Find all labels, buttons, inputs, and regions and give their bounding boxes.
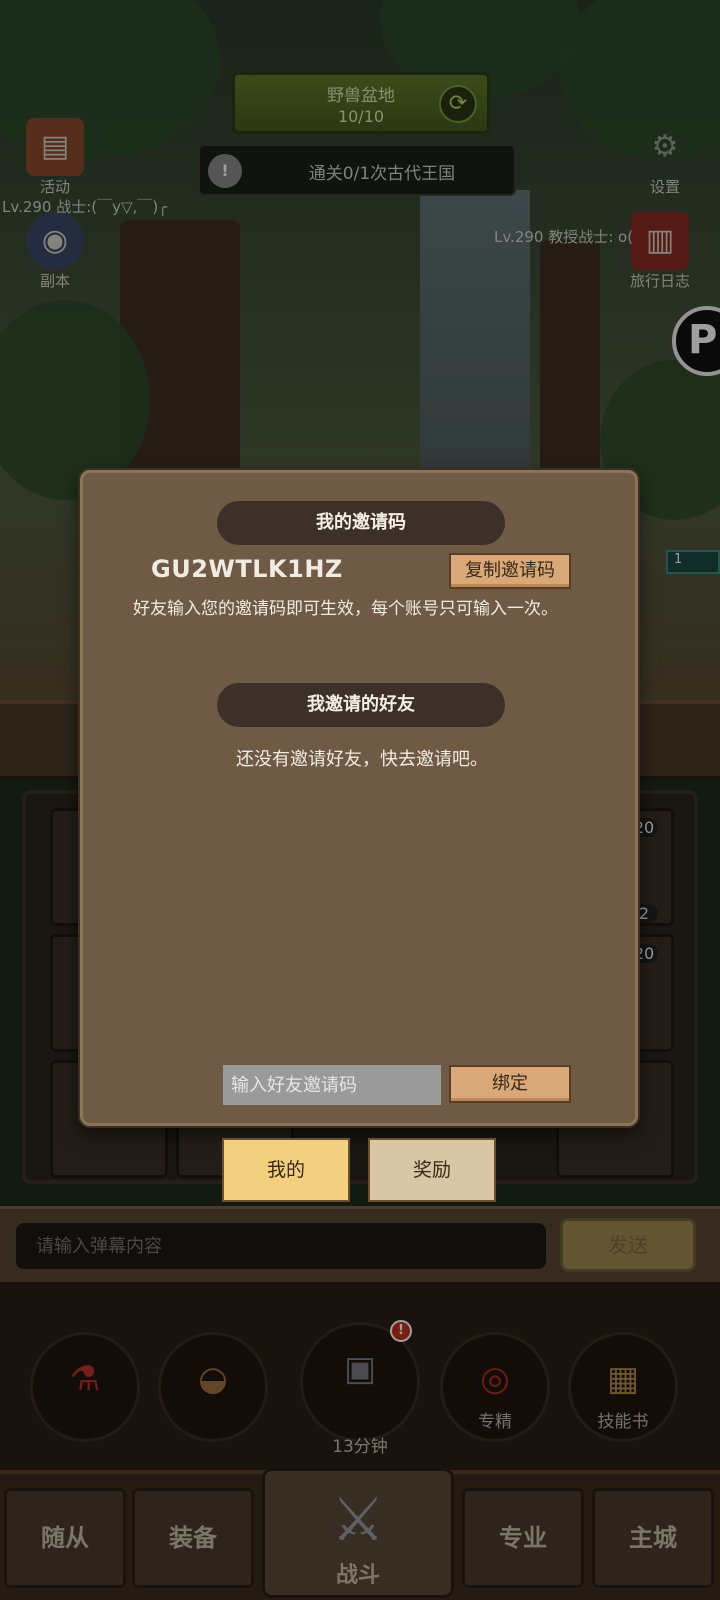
tab-mine[interactable]: 我的	[222, 1138, 350, 1202]
copy-invite-code-button[interactable]: 复制邀请码	[449, 553, 571, 589]
invite-code: GU2WTLK1HZ	[151, 555, 343, 583]
invite-description: 好友输入您的邀请码即可生效，每个账号只可输入一次。	[133, 599, 558, 619]
invite-dialog: 我的邀请码 GU2WTLK1HZ 复制邀请码 好友输入您的邀请码即可生效，每个账…	[80, 470, 638, 1126]
bind-button[interactable]: 绑定	[449, 1065, 571, 1103]
friend-invite-code-input[interactable]	[223, 1065, 441, 1105]
invited-friends-title: 我邀请的好友	[217, 683, 505, 727]
my-invite-code-title: 我的邀请码	[217, 501, 505, 545]
empty-friends-message: 还没有邀请好友，快去邀请吧。	[236, 749, 488, 770]
tab-rewards[interactable]: 奖励	[368, 1138, 496, 1202]
